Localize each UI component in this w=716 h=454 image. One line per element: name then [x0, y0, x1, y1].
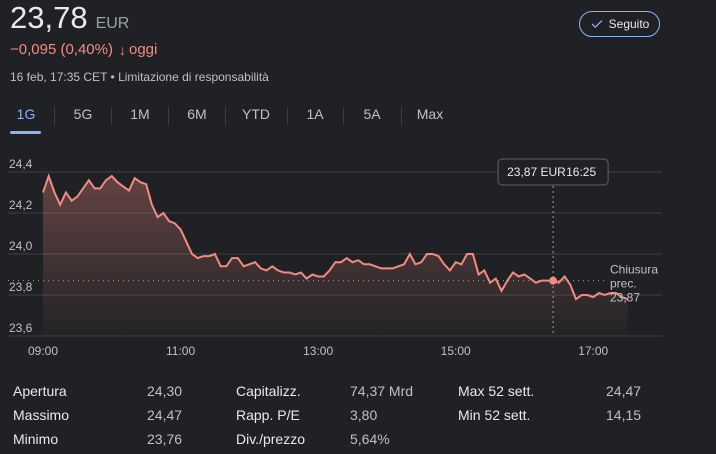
tooltip-value: 23,87 EUR [507, 165, 566, 179]
stat-label: Massimo [13, 407, 70, 423]
tab-divider [54, 107, 55, 125]
prev-close-label-line2: prec. [610, 277, 637, 291]
prev-close-label-line1: Chiusura [610, 263, 658, 277]
hover-tooltip: 23,87 EUR 16:25 [497, 158, 609, 186]
range-tabs: 1G 5G 1M 6M YTD 1A 5A Max [0, 100, 716, 134]
stat-value: 3,80 [350, 407, 378, 423]
x-tick-label: 17:00 [578, 344, 608, 358]
stat-label: Div./prezzo [236, 431, 305, 447]
tab-5g[interactable]: 5G [74, 106, 93, 122]
stat-label: Capitalizz. [236, 383, 301, 399]
stat-value: 74,37 Mrd [350, 383, 414, 399]
tab-divider [111, 107, 112, 125]
change-period: oggi [129, 41, 158, 58]
stat-label: Minimo [13, 431, 59, 447]
check-icon [591, 20, 602, 28]
change-value: −0,095 (0,40%) [10, 41, 113, 58]
tab-1m[interactable]: 1M [130, 106, 149, 122]
quote-meta: 16 feb, 17:35 CET • Limitazione di respo… [10, 70, 269, 84]
tab-divider [225, 107, 226, 125]
stat-label: Min 52 sett. [458, 407, 531, 423]
active-tab-indicator [10, 131, 41, 134]
key-stats: Apertura 24,30 Capitalizz. 74,37 Mrd Max… [0, 372, 716, 454]
tab-divider [287, 107, 288, 125]
x-tick-label: 15:00 [441, 344, 471, 358]
quote-timestamp: 16 feb, 17:35 CET [10, 70, 108, 84]
tab-divider [168, 107, 169, 125]
tab-max[interactable]: Max [417, 106, 443, 122]
y-tick-label: 24,2 [9, 198, 33, 212]
stat-value: 24,30 [147, 383, 183, 399]
current-price: 23,78 [10, 0, 88, 35]
price-change: −0,095 (0,40%) ↓ oggi [10, 41, 157, 58]
stat-value: 24,47 [606, 383, 642, 399]
meta-separator: • [110, 70, 119, 84]
tab-ytd[interactable]: YTD [242, 106, 270, 122]
stat-value: 24,47 [147, 407, 183, 423]
y-tick-label: 23,6 [9, 321, 33, 335]
x-tick-label: 09:00 [28, 344, 58, 358]
hover-point [549, 276, 558, 285]
x-tick-label: 11:00 [166, 344, 195, 358]
tab-6m[interactable]: 6M [187, 106, 206, 122]
stat-label: Rapp. P/E [236, 407, 300, 423]
price-area [43, 176, 628, 336]
prev-close-value: 23,87 [610, 291, 640, 305]
tab-divider [343, 107, 344, 125]
arrow-down-icon: ↓ [119, 41, 126, 58]
tab-5a[interactable]: 5A [363, 106, 380, 122]
y-tick-label: 24,4 [9, 157, 33, 171]
stat-value: 23,76 [147, 431, 183, 447]
price-row: 23,78 EUR [10, 0, 129, 36]
stat-value: 14,15 [606, 407, 642, 423]
disclaimer-link[interactable]: Limitazione di responsabilità [118, 70, 269, 84]
stat-label: Max 52 sett. [458, 383, 535, 399]
y-tick-label: 24,0 [9, 239, 33, 253]
tooltip-time: 16:25 [566, 165, 596, 179]
stat-value: 5,64% [350, 431, 390, 447]
tab-1g[interactable]: 1G [17, 106, 36, 122]
currency: EUR [95, 15, 130, 32]
previous-close-label: Chiusura prec. 23,87 [610, 263, 658, 305]
tab-divider [401, 107, 402, 125]
x-tick-label: 13:00 [303, 344, 333, 358]
stat-label: Apertura [13, 383, 67, 399]
price-chart[interactable]: 23,87 EUR 16:25 Chiusura prec. 23,87 24,… [0, 150, 716, 360]
follow-button[interactable]: Seguito [579, 11, 660, 37]
tab-1a[interactable]: 1A [306, 106, 323, 122]
y-tick-label: 23,8 [9, 280, 33, 294]
follow-button-label: Seguito [608, 17, 650, 31]
